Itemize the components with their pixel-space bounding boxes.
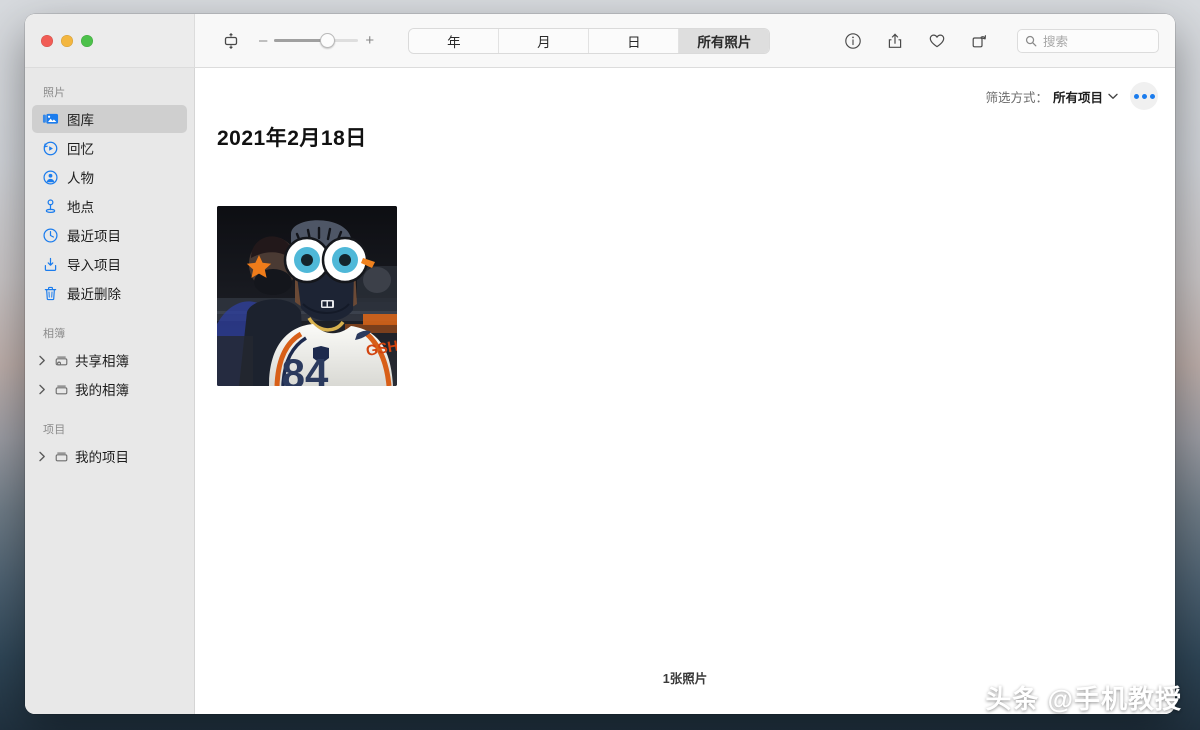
filter-bar: 筛选方式： 所有项目	[195, 68, 1175, 124]
info-icon[interactable]	[839, 27, 867, 55]
date-section-header: 2021年2月18日	[217, 127, 367, 150]
search-icon	[1025, 35, 1037, 46]
sidebar-item-library[interactable]: 图库	[32, 105, 187, 133]
window-titlebar: – + 年 月 日 所有照片 搜索	[25, 14, 1175, 68]
chevron-down-icon	[1108, 93, 1118, 99]
sidebar-item-label: 导入项目	[67, 258, 121, 273]
sidebar-item-shared-albums[interactable]: 共享相簿	[32, 346, 187, 374]
toolbar-tools: 搜索	[839, 27, 1159, 55]
search-input[interactable]: 搜索	[1017, 28, 1159, 53]
sidebar-item-recents[interactable]: 最近项目	[32, 221, 187, 249]
photo-count-status: 1张照片	[662, 672, 708, 686]
tab-month[interactable]: 月	[499, 28, 590, 53]
sidebar-item-recently-deleted[interactable]: 最近删除	[32, 279, 187, 307]
heart-icon[interactable]	[923, 27, 951, 55]
shared-album-icon	[53, 352, 70, 369]
thumbnail-zoom-slider[interactable]: – +	[259, 33, 374, 48]
svg-text:84: 84	[282, 350, 329, 386]
sidebar-toggle-icon[interactable]	[217, 27, 245, 55]
more-options-button[interactable]	[1130, 82, 1158, 110]
sidebar-item-label: 共享相簿	[75, 354, 129, 369]
sidebar-item-label: 人物	[67, 171, 94, 186]
tab-all-photos[interactable]: 所有照片	[679, 28, 770, 53]
desktop-background: – + 年 月 日 所有照片 搜索 照片 图库 回忆 人物 地点 最近项目 导入…	[0, 0, 1200, 730]
sidebar-section-albums-title: 相簿	[43, 328, 66, 340]
chevron-right-icon[interactable]	[36, 384, 48, 395]
titlebar-left-region	[25, 14, 195, 67]
ellipsis-icon	[1133, 93, 1139, 99]
zoom-button[interactable]	[81, 34, 93, 47]
sidebar-item-label: 我的项目	[75, 450, 129, 465]
sidebar-item-imports[interactable]: 导入项目	[32, 250, 187, 278]
ellipsis-icon	[1141, 93, 1147, 99]
chevron-right-icon[interactable]	[36, 355, 48, 366]
close-button[interactable]	[41, 34, 53, 47]
rotate-icon[interactable]	[965, 27, 993, 55]
sidebar-item-label: 最近删除	[67, 287, 121, 302]
search-placeholder: 搜索	[1043, 35, 1069, 49]
sidebar-item-label: 我的相簿	[75, 383, 129, 398]
places-pin-icon	[42, 198, 59, 215]
zoom-in-label[interactable]: +	[365, 33, 374, 48]
sidebar-section-photos-title: 照片	[43, 87, 66, 99]
filter-label: 筛选方式：	[985, 90, 1048, 105]
album-icon	[53, 381, 70, 398]
sidebar-item-my-projects[interactable]: 我的项目	[32, 442, 187, 470]
zoom-slider-track[interactable]	[274, 33, 359, 48]
sidebar-item-memories[interactable]: 回忆	[32, 134, 187, 162]
view-mode-segmented-control[interactable]: 年 月 日 所有照片	[408, 27, 771, 54]
photo-thumbnail[interactable]: GSH 84	[217, 206, 397, 386]
photo-row: GSH 84	[217, 206, 1153, 386]
photo-image: GSH 84	[217, 206, 397, 386]
sidebar-section-projects-title: 项目	[43, 424, 66, 436]
library-icon	[42, 111, 59, 128]
filter-dropdown[interactable]: 筛选方式： 所有项目	[985, 87, 1118, 106]
sidebar-item-places[interactable]: 地点	[32, 192, 187, 220]
sidebar-item-label: 图库	[67, 113, 94, 128]
tab-day[interactable]: 日	[589, 28, 680, 53]
sidebar: 照片 图库 回忆 人物 地点 最近项目 导入项目 最近删除 相簿 共享相簿 我的…	[25, 68, 195, 714]
zoom-slider-knob[interactable]	[320, 33, 336, 48]
tab-year[interactable]: 年	[409, 28, 500, 53]
sidebar-item-label: 最近项目	[67, 229, 121, 244]
project-icon	[53, 448, 70, 465]
people-icon	[42, 169, 59, 186]
photo-grid-content: 筛选方式： 所有项目 2021年2月18日 GSH 84 1张照片	[195, 68, 1175, 714]
sidebar-item-people[interactable]: 人物	[32, 163, 187, 191]
watermark: 头条 @手机教授	[985, 684, 1182, 714]
sidebar-item-my-albums[interactable]: 我的相簿	[32, 375, 187, 403]
share-icon[interactable]	[881, 27, 909, 55]
minimize-button[interactable]	[61, 34, 73, 47]
import-icon	[42, 256, 59, 273]
chevron-right-icon[interactable]	[36, 451, 48, 462]
photo-grid: 2021年2月18日 GSH 84	[195, 124, 1175, 662]
clock-icon	[42, 227, 59, 244]
zoom-out-label[interactable]: –	[259, 33, 267, 48]
memories-icon	[42, 140, 59, 157]
trash-icon	[42, 285, 59, 302]
window-body: 照片 图库 回忆 人物 地点 最近项目 导入项目 最近删除 相簿 共享相簿 我的…	[25, 68, 1175, 714]
filter-value: 所有项目	[1052, 90, 1103, 105]
photos-app-window: – + 年 月 日 所有照片 搜索 照片 图库 回忆 人物 地点 最近项目 导入…	[25, 14, 1175, 714]
sidebar-item-label: 回忆	[67, 142, 94, 157]
toolbar: – + 年 月 日 所有照片 搜索	[195, 14, 1175, 67]
ellipsis-icon	[1149, 93, 1155, 99]
sidebar-item-label: 地点	[67, 200, 94, 215]
